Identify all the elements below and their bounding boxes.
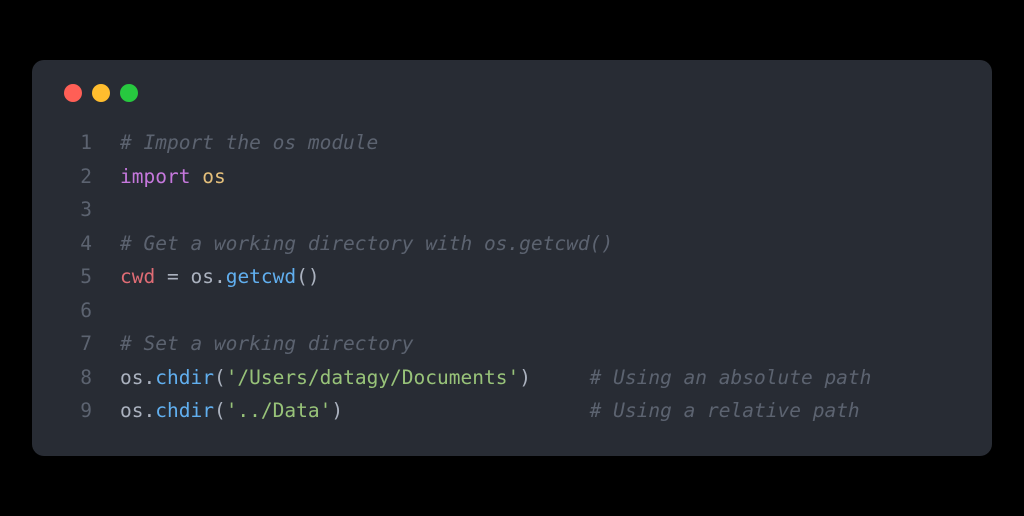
- close-icon[interactable]: [64, 84, 82, 102]
- line-number: 8: [60, 361, 92, 395]
- line-number: 4: [60, 227, 92, 261]
- code-line: 2 import os: [60, 160, 964, 194]
- line-number: 3: [60, 193, 92, 227]
- code-line: 7 # Set a working directory: [60, 327, 964, 361]
- code-content: # Set a working directory: [120, 327, 414, 361]
- code-line: 6: [60, 294, 964, 328]
- code-line: 9 os.chdir('../Data') # Using a relative …: [60, 394, 964, 428]
- line-number: 6: [60, 294, 92, 328]
- maximize-icon[interactable]: [120, 84, 138, 102]
- code-content: [120, 193, 132, 227]
- line-number: 2: [60, 160, 92, 194]
- code-content: os.chdir('../Data') # Using a relative p…: [120, 394, 860, 428]
- code-content: # Import the os module: [120, 126, 378, 160]
- code-line: 3: [60, 193, 964, 227]
- code-content: cwd = os.getcwd(): [120, 260, 320, 294]
- code-line: 8 os.chdir('/Users/datagy/Documents') # U…: [60, 361, 964, 395]
- minimize-icon[interactable]: [92, 84, 110, 102]
- code-content: # Get a working directory with os.getcwd…: [120, 227, 613, 261]
- code-line: 4 # Get a working directory with os.getcw…: [60, 227, 964, 261]
- code-line: 5 cwd = os.getcwd(): [60, 260, 964, 294]
- line-number: 5: [60, 260, 92, 294]
- line-number: 9: [60, 394, 92, 428]
- code-area: 1 # Import the os module 2 import os 3 4 # Ge…: [60, 126, 964, 428]
- window-controls: [60, 84, 964, 102]
- line-number: 7: [60, 327, 92, 361]
- code-line: 1 # Import the os module: [60, 126, 964, 160]
- code-content: import os: [120, 160, 226, 194]
- line-number: 1: [60, 126, 92, 160]
- code-editor-window: 1 # Import the os module 2 import os 3 4 # Ge…: [32, 60, 992, 456]
- code-content: os.chdir('/Users/datagy/Documents') # Us…: [120, 361, 871, 395]
- code-content: [120, 294, 132, 328]
